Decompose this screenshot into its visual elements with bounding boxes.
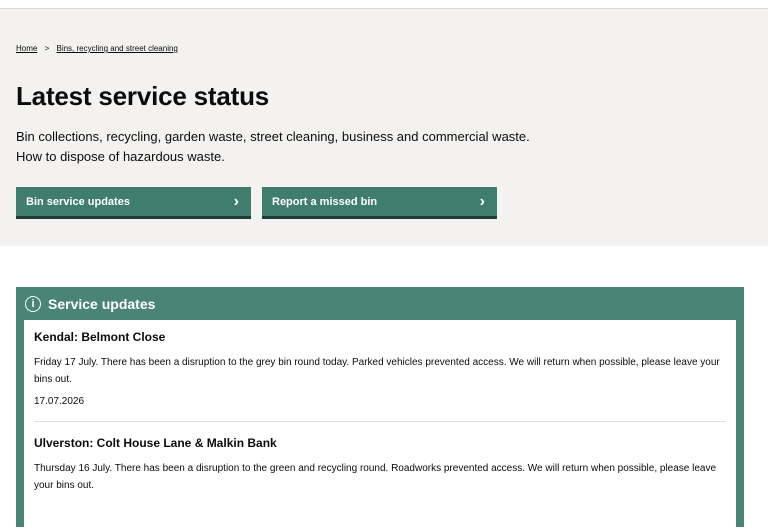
report-missed-bin-label: Report a missed bin [272,195,378,208]
service-updates-list: Kendal: Belmont Close Friday 17 July. Th… [24,320,736,530]
hero-section: Home > Bins, recycling and street cleani… [0,9,768,246]
page-title: Latest service status [16,81,270,111]
update-heading: Kendal: Belmont Close [34,330,166,344]
chevron-right-icon: › [479,193,485,210]
service-updates-title: Service updates [48,295,156,312]
info-icon: i [25,295,41,312]
chevron-right-icon: › [233,193,239,210]
intro-line-1: Bin collections, recycling, garden waste… [16,129,530,144]
update-heading: Ulverston: Colt House Lane & Malkin Bank [34,436,277,450]
report-missed-bin-button[interactable]: Report a missed bin › [262,187,497,219]
service-updates-panel: i Service updates Kendal: Belmont Close … [16,287,744,530]
breadcrumb-home-link[interactable]: Home [16,44,37,53]
bin-service-updates-label: Bin service updates [26,195,130,208]
breadcrumb-separator: > [44,44,50,53]
service-updates-header: i Service updates [24,287,736,320]
update-date: 17.07.2026 [34,396,85,407]
list-item: Kendal: Belmont Close Friday 17 July. Th… [34,330,726,421]
intro-text: Bin collections, recycling, garden waste… [16,127,530,167]
bin-service-updates-button[interactable]: Bin service updates › [16,187,251,219]
breadcrumb: Home > Bins, recycling and street cleani… [16,44,178,53]
top-border [0,0,768,9]
list-item: Ulverston: Colt House Lane & Malkin Bank… [34,421,726,516]
update-body: Thursday 16 July. There has been a disru… [34,463,717,491]
breadcrumb-bins-link[interactable]: Bins, recycling and street cleaning [56,44,177,53]
intro-line-2: How to dispose of hazardous waste. [16,149,225,164]
update-body: Friday 17 July. There has been a disrupt… [34,357,720,385]
